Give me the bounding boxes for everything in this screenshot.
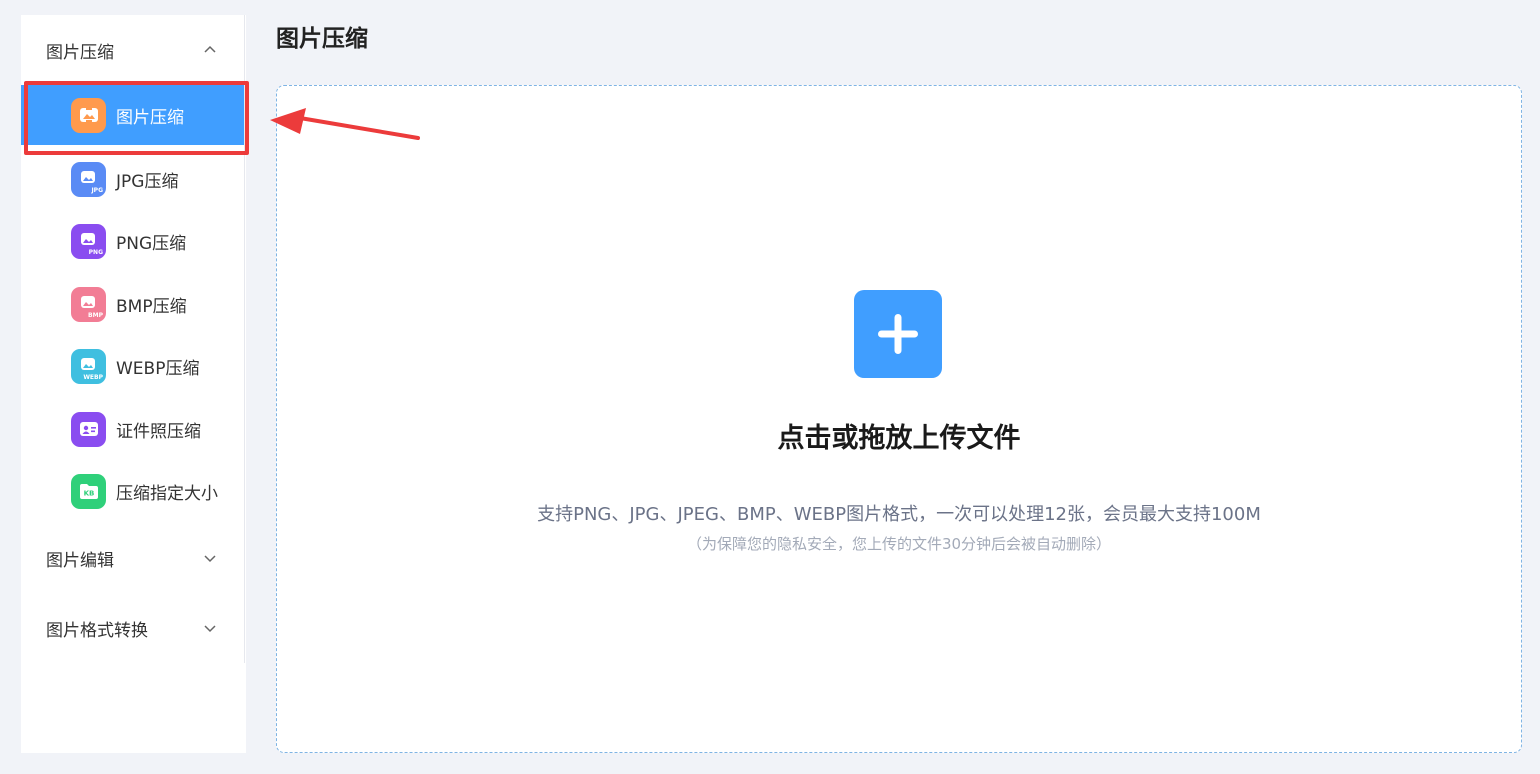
sidebar-item-label: 证件照压缩 [116, 421, 201, 442]
sidebar-group-image-compress[interactable]: 图片压缩 [21, 30, 244, 70]
sidebar-item-png[interactable]: PNG PNG压缩 [21, 211, 244, 271]
webp-icon: WEBP [71, 348, 106, 384]
image-compress-icon [71, 97, 106, 133]
plus-icon [878, 314, 918, 354]
sidebar-item-label: BMP压缩 [116, 296, 187, 317]
sidebar-item-specified-size[interactable]: KB 压缩指定大小 [21, 461, 244, 521]
upload-title: 点击或拖放上传文件 [777, 423, 1021, 454]
kb-folder-icon: KB [71, 473, 106, 509]
sidebar-item-bmp[interactable]: BMP BMP压缩 [21, 274, 244, 334]
sidebar-item-label: JPG压缩 [116, 171, 179, 192]
sidebar-item-jpg[interactable]: JPG JPG压缩 [21, 149, 244, 209]
sidebar-group-label: 图片格式转换 [46, 620, 148, 641]
page-title: 图片压缩 [276, 26, 368, 52]
jpg-icon: JPG [71, 161, 106, 197]
upload-dropzone[interactable]: 点击或拖放上传文件 支持PNG、JPG、JPEG、BMP、WEBP图片格式，一次… [276, 85, 1522, 753]
upload-description: 支持PNG、JPG、JPEG、BMP、WEBP图片格式，一次可以处理12张，会员… [537, 504, 1261, 525]
png-icon: PNG [71, 223, 106, 259]
chevron-down-icon [204, 625, 216, 633]
sidebar-divider [244, 15, 245, 663]
upload-privacy-note: （为保障您的隐私安全，您上传的文件30分钟后会被自动删除） [686, 535, 1112, 553]
bmp-icon: BMP [71, 286, 106, 322]
sidebar-group-image-edit[interactable]: 图片编辑 [21, 538, 244, 578]
sidebar-item-label: 压缩指定大小 [116, 483, 218, 504]
sidebar-item-id-photo[interactable]: 证件照压缩 [21, 399, 244, 459]
upload-button[interactable] [854, 290, 942, 378]
svg-text:KB: KB [83, 490, 94, 498]
sidebar: 图片压缩 图片压缩 JPG JPG压缩 PNG PNG压缩 BMP BMP压缩 [21, 15, 249, 753]
sidebar-item-label: WEBP压缩 [116, 358, 200, 379]
sidebar-group-format-convert[interactable]: 图片格式转换 [21, 608, 244, 648]
sidebar-item-label: PNG压缩 [116, 233, 187, 254]
sidebar-item-label: 图片压缩 [116, 107, 184, 128]
chevron-down-icon [204, 555, 216, 563]
id-photo-icon [71, 411, 106, 447]
sidebar-item-image-compress[interactable]: 图片压缩 [21, 85, 244, 145]
annotation-arrow-icon [270, 108, 420, 140]
chevron-up-icon [204, 45, 216, 53]
sidebar-item-webp[interactable]: WEBP WEBP压缩 [21, 336, 244, 396]
sidebar-group-label: 图片压缩 [46, 42, 114, 63]
sidebar-group-label: 图片编辑 [46, 550, 114, 571]
